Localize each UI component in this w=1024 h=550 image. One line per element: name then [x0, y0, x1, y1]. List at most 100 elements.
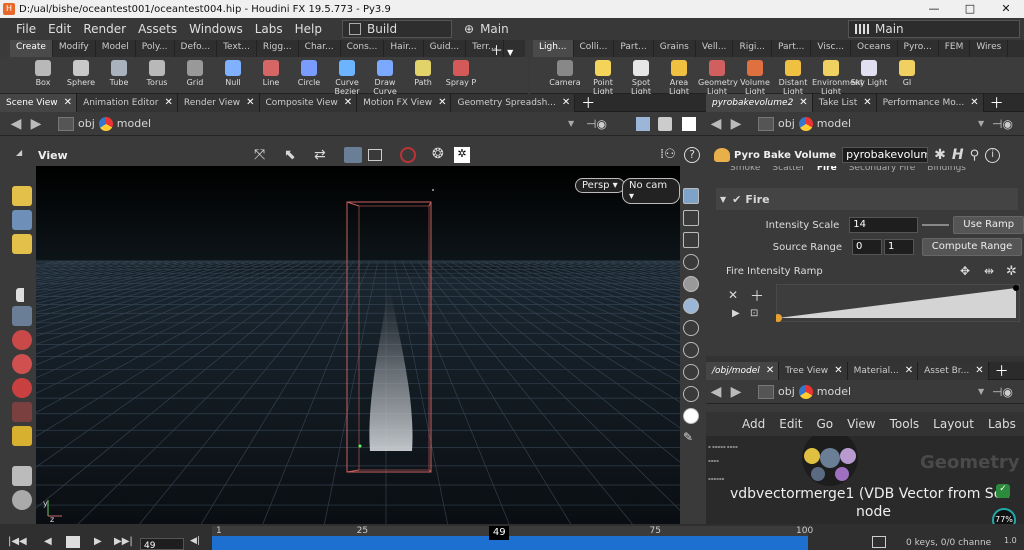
close-tab-icon[interactable]: ✕ [64, 94, 72, 112]
jump-start-icon[interactable]: |◀◀ [8, 536, 27, 547]
node-warning-icon[interactable] [804, 448, 820, 464]
display-grid-icon[interactable] [683, 188, 699, 204]
node-body-icon[interactable] [820, 448, 840, 468]
close-tab-icon[interactable]: ✕ [344, 94, 352, 112]
net-back-icon[interactable]: ◀ [706, 384, 726, 400]
close-tab-icon[interactable]: ✕ [246, 94, 254, 112]
close-tab-icon[interactable]: ✕ [834, 362, 842, 380]
network-tab-2[interactable]: Material... ✕ [847, 361, 919, 380]
shelf-tool-box[interactable]: Box [24, 57, 62, 93]
shield-check-icon[interactable]: ✓ [996, 484, 1010, 498]
param-subtab-bindings[interactable]: Bindings [927, 166, 966, 174]
shelf-tool-tube[interactable]: Tube [100, 57, 138, 93]
rotate-tool-icon[interactable] [12, 354, 32, 374]
no-entry-icon[interactable] [400, 147, 416, 163]
main-desktop-select[interactable]: ⊕ Main [458, 20, 568, 38]
ramp-flip-icon[interactable]: ⇹ [984, 264, 994, 278]
frame-marker[interactable]: 49 [489, 526, 510, 540]
network-menu-go[interactable]: Go [816, 417, 833, 431]
render-icon[interactable]: ❂ [432, 146, 444, 162]
close-tab-icon[interactable]: ✕ [164, 94, 172, 112]
param-path-obj[interactable]: obj [778, 117, 795, 130]
close-window-button[interactable]: ✕ [988, 0, 1024, 18]
jump-end-icon[interactable]: ▶▶| [114, 536, 133, 547]
network-menu-view[interactable]: View [847, 417, 875, 431]
shelf-set-select[interactable]: Main [848, 20, 1020, 38]
network-tab-0[interactable]: /obj/model ✕ [706, 361, 780, 380]
hud-icon[interactable]: ⁞⚇ [660, 147, 676, 162]
back-arrow-icon[interactable]: ◀ [6, 116, 26, 132]
compute-range-button[interactable]: Compute Range [922, 238, 1022, 256]
shelf-tab-left-6[interactable]: Rigg... [257, 40, 299, 57]
ghost-icon[interactable] [683, 342, 699, 358]
ramp-key-icon[interactable]: ⊡ [750, 308, 758, 319]
step-icon[interactable]: ◀| [190, 536, 200, 546]
param-subtab-scatter[interactable]: Scatter [772, 166, 804, 174]
shelf-tab-right-6[interactable]: Part... [772, 40, 812, 57]
forward-arrow-icon[interactable]: ▶ [26, 116, 46, 132]
network-menu-add[interactable]: Add [742, 417, 765, 431]
points-select-icon[interactable] [12, 210, 32, 230]
eye-icon[interactable] [683, 386, 699, 402]
menu-assets[interactable]: Assets [132, 22, 183, 36]
use-ramp-button[interactable]: Use Ramp [953, 216, 1024, 234]
camera-tool-icon[interactable] [12, 490, 32, 510]
shelf-tool-volume-light[interactable]: Volume Light [736, 57, 774, 96]
split-view-icon[interactable] [658, 117, 672, 131]
shelf-tab-left-8[interactable]: Cons... [341, 40, 385, 57]
close-tab-icon[interactable]: ✕ [799, 94, 807, 112]
shelf-tool-draw-curve[interactable]: Draw Curve [366, 57, 404, 96]
network-editor[interactable]: Geometry ▪ ▪▪▪▪▪ ▪▪▪▪ ▪▪▪▪ ▪▪▪▪▪▪ vdbvec… [706, 436, 1024, 524]
info-icon[interactable]: i [985, 147, 1001, 163]
object-select-icon[interactable] [12, 186, 32, 206]
scene-tab-5[interactable]: Geometry Spreadsh... ✕ [451, 93, 576, 112]
node-display-icon[interactable] [835, 467, 849, 481]
bulb-icon[interactable] [683, 320, 699, 336]
close-tab-icon[interactable]: ✕ [766, 362, 774, 380]
node-freeze-icon[interactable] [811, 467, 825, 481]
handle-tool-icon[interactable] [12, 426, 32, 446]
play-icon[interactable]: ▶ [94, 536, 102, 547]
shelf-tool-gi[interactable]: GI [888, 57, 926, 93]
fire-section-header[interactable]: ▼ ✔ Fire [716, 188, 1018, 210]
shelf-tool-null[interactable]: Null [214, 57, 252, 93]
shelf-tool-grid[interactable]: Grid [176, 57, 214, 93]
scene-tab-0[interactable]: Scene View ✕ [0, 93, 78, 112]
ramp-graph[interactable] [776, 284, 1020, 322]
source-min-field[interactable]: 0 [852, 239, 882, 255]
shelf-tool-spot-light[interactable]: Spot Light [622, 57, 660, 96]
current-frame-field[interactable]: 49 [140, 538, 184, 550]
shelf-tab-right-0[interactable]: Ligh... [533, 40, 574, 57]
add-tab-icon[interactable]: ＋ [984, 93, 1010, 113]
shelf-tool-sphere[interactable]: Sphere [62, 57, 100, 93]
cube-view-icon[interactable] [636, 117, 650, 131]
close-tab-icon[interactable]: ✕ [438, 94, 446, 112]
light-link-icon[interactable] [683, 254, 699, 270]
prims-select-icon[interactable] [12, 234, 32, 254]
shelf-tab-right-10[interactable]: FEM [939, 40, 971, 57]
node-radial-menu[interactable] [790, 436, 870, 488]
viewport-menu-icon[interactable]: ◢ [16, 148, 22, 157]
pose-tool-icon[interactable] [12, 402, 32, 422]
shelf-tool-environment-light[interactable]: Environment Light [812, 57, 863, 96]
shelf-tab-left-10[interactable]: Guid... [424, 40, 467, 57]
scene-tab-1[interactable]: Animation Editor ✕ [77, 93, 178, 112]
intensity-field[interactable]: 14 [849, 217, 918, 233]
param-back-icon[interactable]: ◀ [706, 116, 726, 132]
net-path-dropdown-icon[interactable]: ▼ [978, 387, 984, 396]
network-menu-edit[interactable]: Edit [779, 417, 802, 431]
shelf-tab-left-4[interactable]: Defo... [175, 40, 218, 57]
orbit-icon[interactable]: ⤧ [254, 147, 265, 163]
minimize-button[interactable]: — [916, 0, 952, 18]
shelf-tab-left-0[interactable]: Create [10, 40, 53, 57]
menu-windows[interactable]: Windows [183, 22, 249, 36]
view-tool-icon[interactable] [12, 466, 32, 486]
close-tab-icon[interactable]: ✕ [975, 362, 983, 380]
shelf-tab-right-4[interactable]: Vell... [696, 40, 734, 57]
shelf-tool-point-light[interactable]: Point Light [584, 57, 622, 96]
param-forward-icon[interactable]: ▶ [726, 116, 746, 132]
select-tool-icon[interactable] [16, 288, 28, 302]
param-path-node[interactable]: model [817, 117, 851, 130]
ramp-key-end[interactable] [1013, 285, 1019, 291]
shelf-tab-right-2[interactable]: Part... [614, 40, 654, 57]
